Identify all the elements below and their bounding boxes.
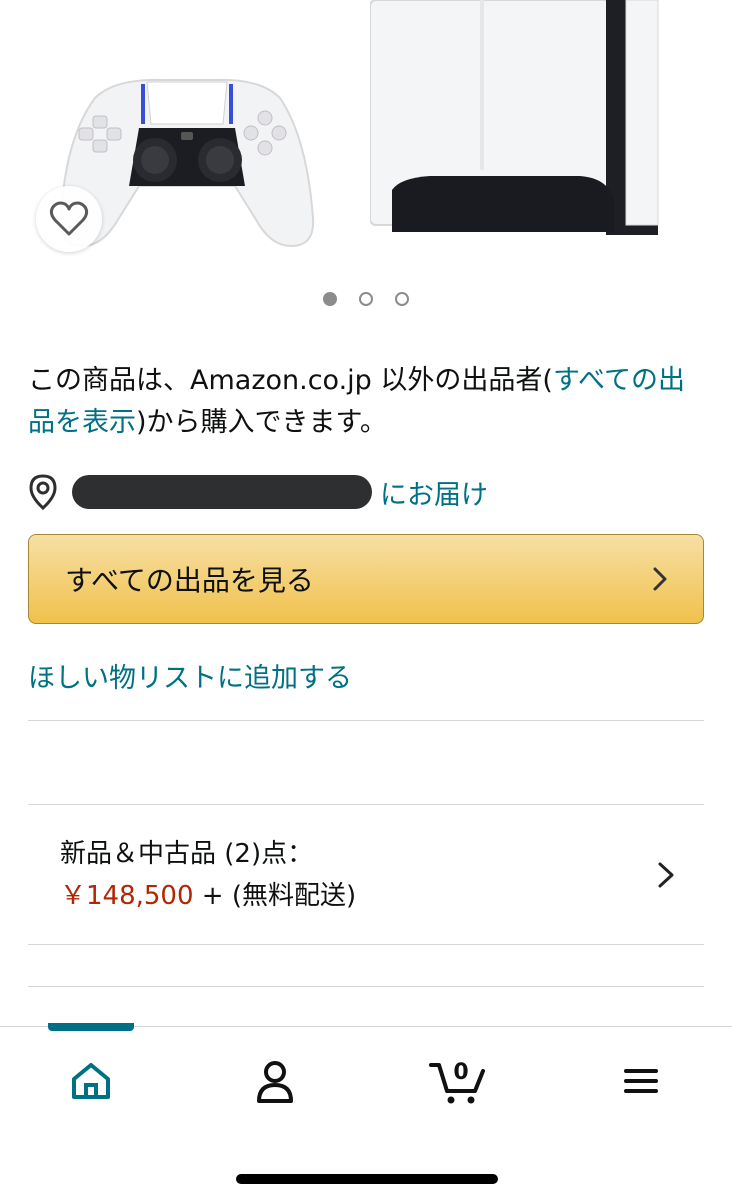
divider bbox=[28, 804, 704, 805]
shipping-info: + (無料配送) bbox=[193, 881, 357, 911]
hamburger-menu-icon bbox=[624, 1069, 658, 1093]
offers-count-label: 新品＆中古品 (2)点： bbox=[60, 839, 314, 869]
add-to-wishlist-link[interactable]: ほしい物リストに追加する bbox=[28, 656, 352, 695]
notice-prefix: この商品は、Amazon.co.jp 以外の出品者( bbox=[28, 365, 553, 396]
product-image-carousel[interactable] bbox=[0, 0, 732, 280]
nav-account[interactable] bbox=[230, 1051, 320, 1111]
nav-home[interactable] bbox=[46, 1051, 136, 1111]
notice-suffix: )から購入できます。 bbox=[136, 407, 387, 438]
system-home-indicator[interactable] bbox=[236, 1174, 498, 1184]
wishlist-heart-button[interactable] bbox=[36, 186, 102, 252]
carousel-dot[interactable] bbox=[323, 292, 337, 306]
carousel-indicator bbox=[0, 292, 732, 306]
see-all-offers-button[interactable]: すべての出品を見る bbox=[28, 534, 704, 624]
nav-menu[interactable] bbox=[596, 1051, 686, 1111]
offers-text: 新品＆中古品 (2)点： ￥148,500 + (無料配送) bbox=[60, 833, 356, 917]
divider bbox=[28, 986, 704, 987]
divider bbox=[28, 944, 704, 945]
third-party-seller-notice: この商品は、Amazon.co.jp 以外の出品者(すべての出品を表示)から購入… bbox=[28, 360, 708, 444]
carousel-dot[interactable] bbox=[359, 292, 373, 306]
offer-price: ￥148,500 bbox=[60, 881, 194, 911]
cart-count: 0 bbox=[453, 1060, 468, 1085]
home-icon bbox=[72, 1063, 110, 1099]
chevron-right-icon bbox=[658, 862, 674, 888]
heart-icon bbox=[49, 201, 89, 236]
carousel-dot[interactable] bbox=[395, 292, 409, 306]
console-image bbox=[370, 0, 659, 235]
chevron-right-icon bbox=[653, 567, 667, 591]
active-tab-indicator bbox=[48, 1023, 134, 1031]
deliver-to-label: にお届け bbox=[380, 479, 488, 511]
nav-cart[interactable]: 0 bbox=[412, 1051, 502, 1111]
location-pin-icon bbox=[29, 474, 57, 510]
person-icon bbox=[257, 1061, 293, 1103]
product-page: この商品は、Amazon.co.jp 以外の出品者(すべての出品を表示)から購入… bbox=[0, 0, 732, 1200]
cart-icon: 0 bbox=[429, 1060, 485, 1104]
divider bbox=[28, 720, 704, 721]
delivery-location[interactable]: にお届け bbox=[28, 472, 488, 512]
redacted-address bbox=[72, 475, 372, 509]
see-all-offers-label: すべての出品を見る bbox=[65, 564, 314, 597]
new-and-used-offers-row[interactable]: 新品＆中古品 (2)点： ￥148,500 + (無料配送) bbox=[28, 806, 704, 944]
